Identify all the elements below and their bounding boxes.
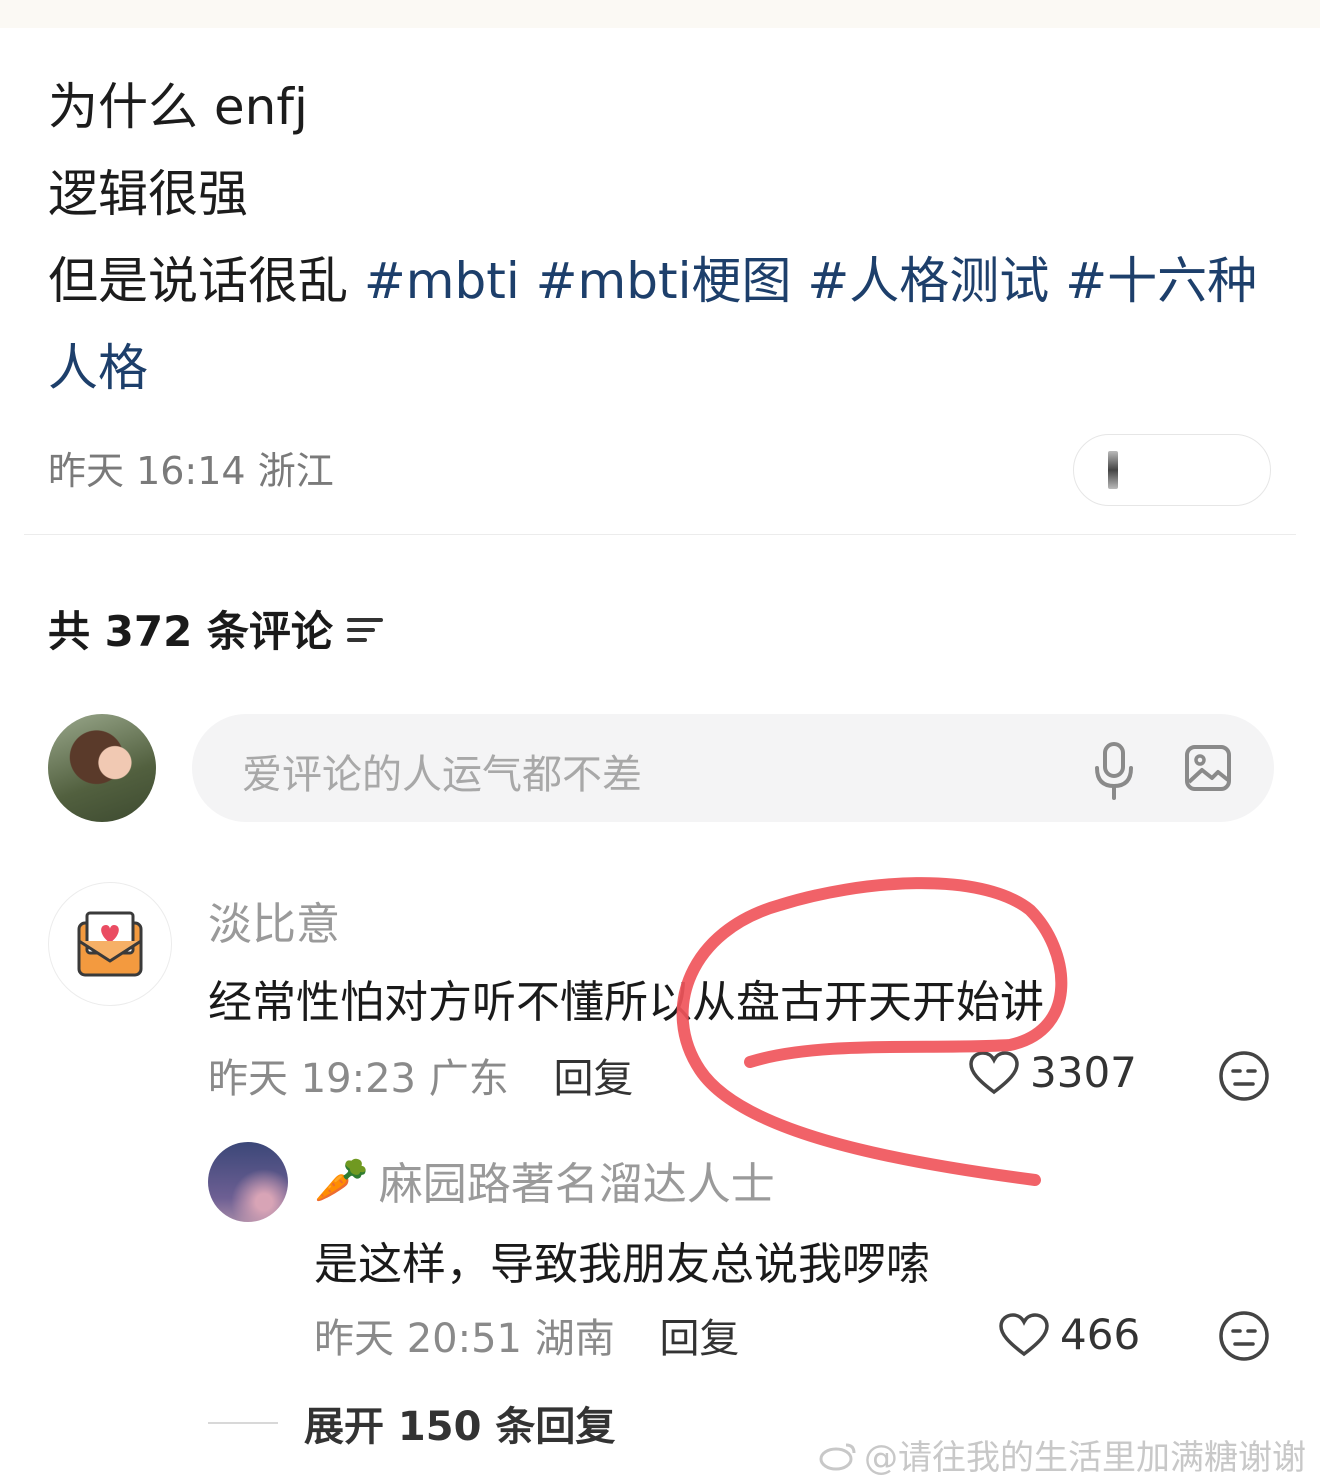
meh-face-icon[interactable] <box>1218 1050 1270 1102</box>
comment-count-label: 共 372 条评论 <box>48 607 333 656</box>
status-strip <box>0 0 1320 28</box>
like-count: 3307 <box>1030 1048 1137 1097</box>
expand-replies-label: 展开 150 条回复 <box>304 1404 616 1450</box>
post-meta: 昨天 16:14 浙江 <box>48 440 334 495</box>
hashtag-link[interactable]: #mbti <box>364 252 520 310</box>
reply-button[interactable]: 回复 <box>553 1056 633 1102</box>
like-button[interactable]: 3307 <box>968 1048 1137 1097</box>
reply-location: 湖南 <box>534 1316 615 1362</box>
weibo-logo-icon <box>819 1443 856 1470</box>
reply-time: 昨天 20:51 <box>314 1316 522 1362</box>
post-time: 昨天 16:14 <box>48 449 246 493</box>
divider <box>24 534 1296 535</box>
post-line-2: 逻辑很强 <box>48 165 248 223</box>
post-location: 浙江 <box>257 449 334 493</box>
heart-icon <box>999 1312 1049 1356</box>
reply-username: 麻园路著名溜达人士 <box>378 1159 775 1210</box>
comment-input[interactable]: 爱评论的人运气都不差 <box>192 714 1274 822</box>
comment-time: 昨天 19:23 <box>208 1056 416 1102</box>
watermark: @请往我的生活里加满糖谢谢 <box>818 1430 1306 1479</box>
avatar[interactable] <box>48 714 156 822</box>
meh-face-icon[interactable] <box>1218 1310 1270 1362</box>
avatar[interactable] <box>48 882 172 1006</box>
sort-filter-icon[interactable] <box>346 614 383 644</box>
reply-username-row[interactable]: 🥕 麻园路著名溜达人士 <box>314 1148 775 1212</box>
post-line-3-text: 但是说话很乱 <box>48 252 348 310</box>
reply-button[interactable]: 回复 <box>659 1316 739 1362</box>
comment-location: 广东 <box>428 1056 509 1102</box>
comment-username[interactable]: 淡比意 <box>208 888 340 952</box>
divider <box>208 1422 278 1424</box>
comment-meta: 昨天 19:23 广东 回复 <box>208 1046 633 1104</box>
avatar[interactable] <box>208 1142 288 1222</box>
expand-replies[interactable]: 展开 150 条回复 <box>208 1394 615 1452</box>
comment-text: 经常性怕对方听不懂所以从盘古开天开始讲 <box>208 977 1044 1028</box>
heart-icon <box>969 1050 1019 1094</box>
reply-text: 是这样，导致我朋友总说我啰嗦 <box>314 1239 930 1290</box>
pill-indicator <box>1108 451 1118 489</box>
watermark-text: @请往我的生活里加满糖谢谢 <box>864 1438 1306 1478</box>
reply-meta: 昨天 20:51 湖南 回复 <box>314 1306 739 1364</box>
comment-count[interactable]: 共 372 条评论 <box>48 598 383 659</box>
carrot-badge-icon: 🥕 <box>314 1155 369 1206</box>
comment-input-placeholder: 爱评论的人运气都不差 <box>242 752 642 798</box>
post-line-1: 为什么 enfj <box>48 78 308 136</box>
like-button[interactable]: 466 <box>998 1310 1140 1359</box>
hashtag-link[interactable]: #mbti梗图 <box>536 252 792 310</box>
like-count: 466 <box>1060 1310 1141 1359</box>
post-body: 为什么 enfj 逻辑很强 但是说话很乱 #mbti #mbti梗图 #人格测试… <box>48 64 1278 412</box>
image-icon[interactable] <box>1184 744 1232 792</box>
love-letter-icon <box>77 911 143 977</box>
post-line-3: 但是说话很乱 #mbti #mbti梗图 #人格测试 #十六种人格 <box>48 252 1257 397</box>
action-pill[interactable] <box>1073 434 1271 506</box>
hashtag-link[interactable]: #人格测试 <box>807 252 1049 310</box>
microphone-icon[interactable] <box>1092 740 1136 802</box>
